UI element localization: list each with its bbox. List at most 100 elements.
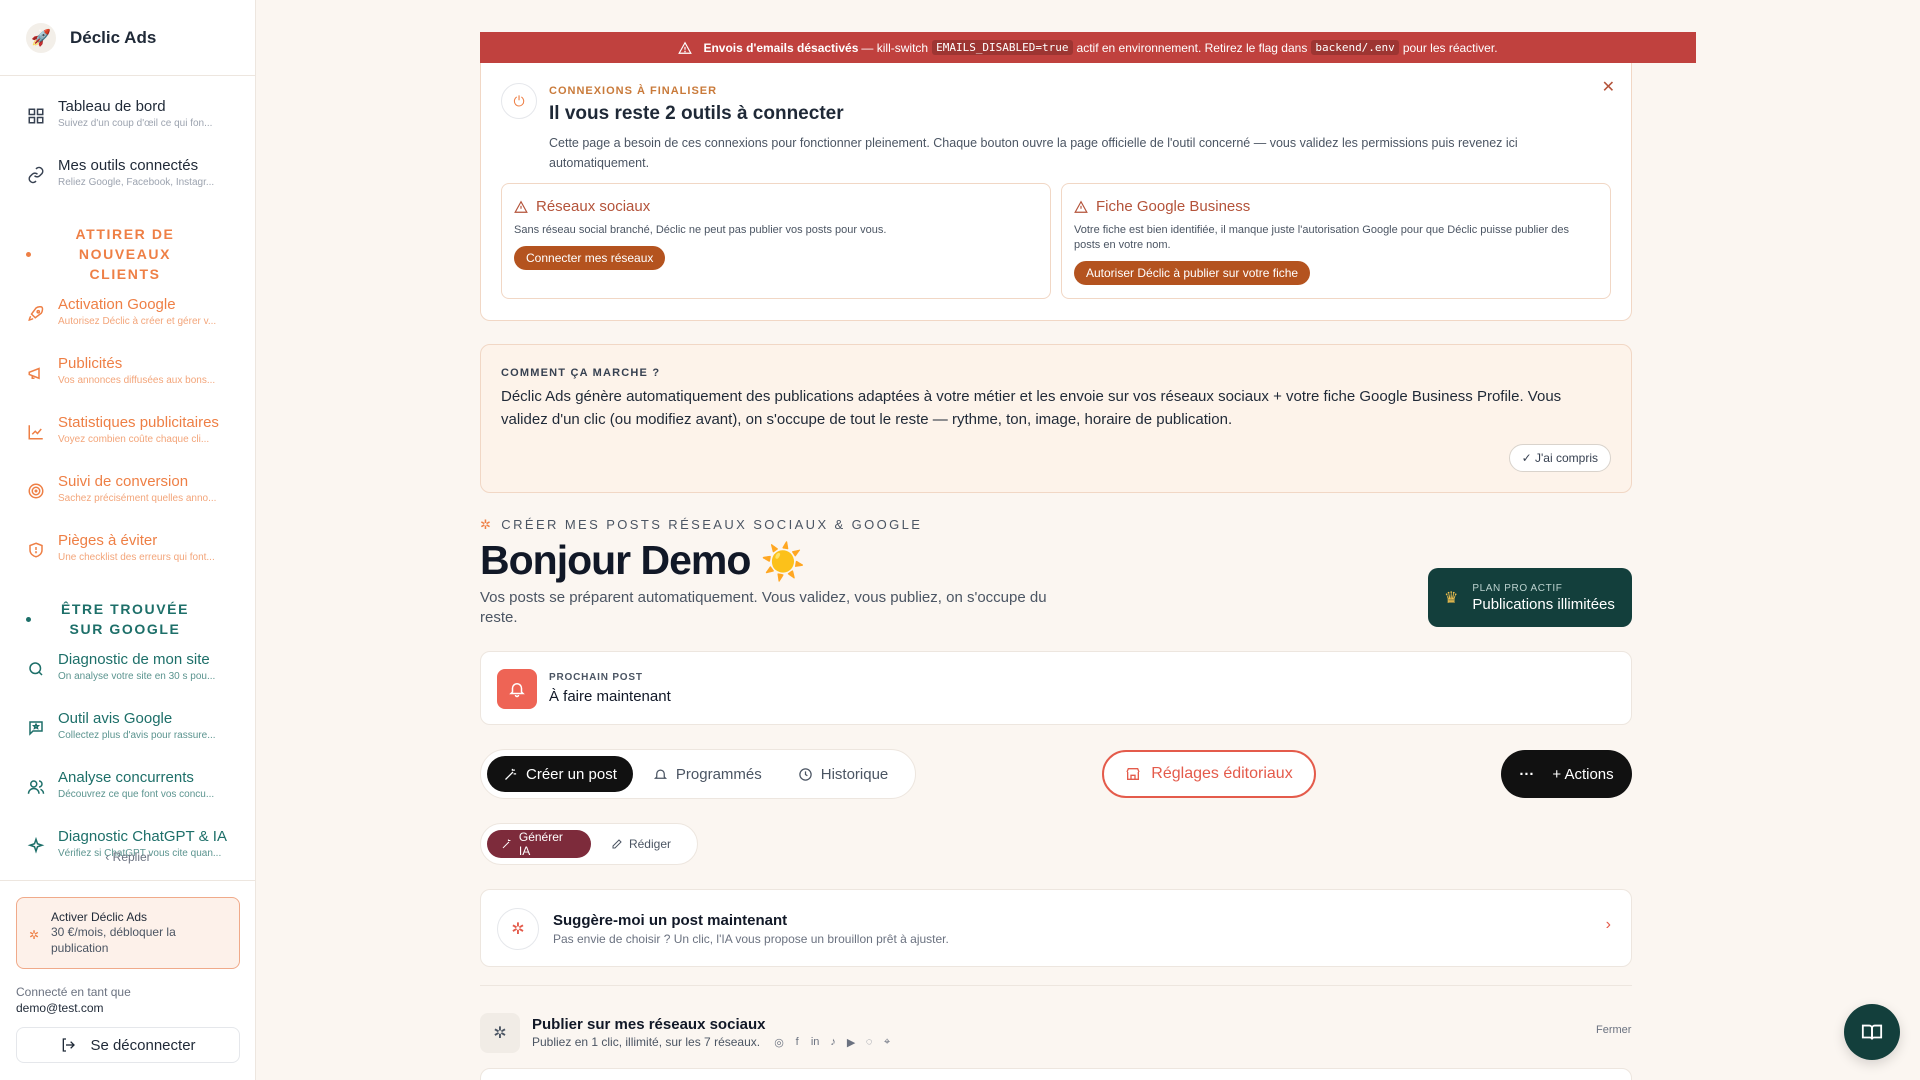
subcard-title: Fiche Google Business: [1096, 198, 1251, 215]
close-icon[interactable]: ✕: [1602, 77, 1615, 97]
plan-badge[interactable]: ♛ PLAN PRO ACTIF Publications illimitées: [1428, 568, 1632, 627]
sidebar-item-title: Mes outils connectés: [58, 157, 199, 174]
megaphone-icon: [26, 363, 46, 383]
subcard-desc: Votre fiche est bien identifiée, il manq…: [1074, 224, 1569, 251]
email-disabled-alert: Envois d'emails désactivés — kill-switch…: [480, 32, 1696, 63]
actions-label: + Actions: [1552, 765, 1614, 783]
check-icon: ✓: [1521, 451, 1532, 465]
social-networks-card: Réseaux sociaux Sans réseau social branc…: [501, 183, 1051, 299]
clock-icon: [799, 767, 812, 781]
editorial-settings-label: Réglages éditoriaux: [1151, 765, 1293, 782]
sidebar-item-activation-google[interactable]: Activation Google Autorisez Déclic à cré…: [0, 296, 255, 355]
howto-kicker: COMMENT ÇA MARCHE ?: [501, 367, 661, 379]
sidebar-item-outil-avis[interactable]: Outil avis Google Collectez plus d'avis …: [0, 710, 255, 769]
sidebar-item-title: Analyse concurrents: [58, 769, 194, 786]
editorial-settings-button[interactable]: Réglages éditoriaux: [1102, 750, 1316, 798]
next-post-title: À faire maintenant: [549, 688, 671, 705]
sidebar-item-sub: Voyez combien coûte chaque cli...: [58, 434, 210, 445]
wand-icon: [505, 768, 517, 780]
subtab-rediger[interactable]: Rédiger: [597, 830, 685, 858]
logout-icon: [63, 1038, 76, 1052]
sidebar-item-mes-outils[interactable]: Mes outils connectés Reliez Google, Face…: [0, 157, 255, 216]
alert-code: EMAILS_DISABLED=true: [932, 40, 1073, 55]
sidebar-item-sub: Vos annonces diffusées aux bons...: [58, 375, 216, 386]
sidebar-item-sub: Découvrez ce que font vos concu...: [58, 789, 215, 800]
tab-creer-post[interactable]: Créer un post: [487, 756, 633, 792]
crown-icon: ♛: [1444, 589, 1459, 607]
sidebar-item-title: Activation Google: [58, 296, 176, 313]
sidebar-item-sub: Reliez Google, Facebook, Instagr...: [58, 177, 215, 188]
bell-icon: [497, 669, 537, 709]
publish-sub-text: Publiez en 1 clic, illimité, sur les 7 r…: [532, 1035, 761, 1049]
greeting: Bonjour Demo: [480, 537, 751, 583]
plan-title: Publications illimitées: [1472, 595, 1615, 613]
sidebar-item-analyse-concurrents[interactable]: Analyse concurrents Découvrez ce que fon…: [0, 769, 255, 828]
sidebar-item-tableau-de-bord[interactable]: Tableau de bord Suivez d'un coup d'œil c…: [0, 98, 255, 157]
brand[interactable]: 🚀 Déclic Ads: [0, 0, 255, 76]
search-icon: [26, 659, 46, 679]
sidebar-item-title: Statistiques publicitaires: [58, 414, 219, 431]
wand-icon: [502, 839, 511, 849]
collapse-sidebar-button[interactable]: ‹ Replier: [0, 850, 256, 864]
actions-button[interactable]: ··· + Actions: [1501, 750, 1632, 798]
instagram-icon: ◎: [774, 1036, 784, 1049]
next-post-card[interactable]: PROCHAIN POST À faire maintenant: [480, 651, 1632, 725]
page-kicker-text: CRÉER MES POSTS RÉSEAUX SOCIAUX & GOOGLE: [501, 517, 923, 532]
sidebar-nav: Tableau de bord Suivez d'un coup d'œil c…: [0, 76, 255, 868]
section-dot: [26, 251, 31, 257]
compose-subtabs: Générer IA Rédiger: [480, 823, 698, 865]
activate-title: Activer Déclic Ads: [51, 910, 148, 924]
tab-label: Programmés: [675, 765, 762, 783]
help-button[interactable]: [1844, 1004, 1900, 1060]
alert-code: backend/.env: [1311, 40, 1399, 55]
connexions-desc: Cette page a besoin de ces connexions po…: [549, 136, 1518, 170]
page-subtitle: Vos posts se préparent automatiquement. …: [480, 589, 1047, 626]
sidebar-item-pieges[interactable]: Pièges à éviter Une checklist des erreur…: [0, 532, 255, 591]
logged-label: Connecté en tant que: [16, 985, 131, 999]
suggest-sub: Pas envie de choisir ? Un clic, l'IA vou…: [553, 932, 949, 946]
got-it-label: J'ai compris: [1535, 451, 1598, 465]
sparkles-icon: ✲: [480, 1013, 520, 1053]
activate-plan-card[interactable]: ✲ Activer Déclic Ads 30 €/mois, débloque…: [16, 897, 240, 969]
youtube-icon: ▶: [846, 1036, 856, 1049]
sidebar-item-sub: Suivez d'un coup d'œil ce qui fon...: [58, 118, 213, 129]
authorize-google-button[interactable]: Autoriser Déclic à publier sur votre fic…: [1074, 261, 1311, 285]
section-attirer[interactable]: ATTIRER DE NOUVEAUX CLIENTS: [0, 224, 255, 284]
connexions-card: ⏻ CONNEXIONS À FINALISER Il vous reste 2…: [480, 63, 1632, 321]
logged-email: demo@test.com: [16, 1001, 104, 1015]
logout-button[interactable]: Se déconnecter: [16, 1027, 240, 1063]
sidebar: 🚀 Déclic Ads Tableau de bord Suivez d'un…: [0, 0, 256, 1080]
sidebar-item-suivi-conversion[interactable]: Suivi de conversion Sachez précisément q…: [0, 473, 255, 532]
sidebar-bottom: ✲ Activer Déclic Ads 30 €/mois, débloque…: [0, 880, 256, 1079]
close-publish-button[interactable]: Fermer: [1596, 1024, 1631, 1036]
connect-networks-button[interactable]: Connecter mes réseaux: [514, 246, 666, 270]
sidebar-item-diagnostic-site[interactable]: Diagnostic de mon site On analyse votre …: [0, 651, 255, 710]
sidebar-item-sub: On analyse votre site en 30 s pou...: [58, 671, 216, 682]
suggest-post-card[interactable]: ✲ Suggère-moi un post maintenant Pas env…: [480, 889, 1632, 967]
sparkles-icon: ✲: [480, 517, 494, 532]
tab-historique[interactable]: Historique: [782, 756, 905, 792]
sidebar-item-statistiques[interactable]: Statistiques publicitaires Voyez combien…: [0, 414, 255, 473]
pencil-icon: [612, 839, 622, 849]
sidebar-item-title: Outil avis Google: [58, 710, 173, 727]
got-it-button[interactable]: ✓ J'ai compris: [1508, 444, 1611, 472]
tiktok-icon: ♪: [830, 1035, 836, 1048]
shield-icon: [26, 540, 46, 560]
subtab-label: Générer IA: [518, 830, 563, 858]
post-tabs: Créer un post Programmés Historique: [480, 749, 916, 799]
connexions-kicker: CONNEXIONS À FINALISER: [549, 85, 718, 97]
grid-icon: [26, 106, 46, 126]
tab-label: Historique: [820, 765, 889, 783]
sidebar-item-publicites[interactable]: Publicités Vos annonces diffusées aux bo…: [0, 355, 255, 414]
publish-card: [480, 1068, 1632, 1080]
tab-programmes[interactable]: Programmés: [637, 756, 778, 792]
logout-label: Se déconnecter: [90, 1036, 196, 1054]
section-trouvee[interactable]: ÊTRE TROUVÉE SUR GOOGLE: [0, 599, 255, 639]
message-star-icon: [26, 718, 46, 738]
subtab-generer-ia[interactable]: Générer IA: [487, 830, 591, 858]
sun-icon: ☀️: [760, 541, 806, 582]
sidebar-item-title: Pièges à éviter: [58, 532, 158, 549]
alert-bold: Envois d'emails désactivés: [703, 40, 859, 55]
warning-icon: [678, 41, 693, 54]
subcard-title: Réseaux sociaux: [536, 198, 651, 215]
